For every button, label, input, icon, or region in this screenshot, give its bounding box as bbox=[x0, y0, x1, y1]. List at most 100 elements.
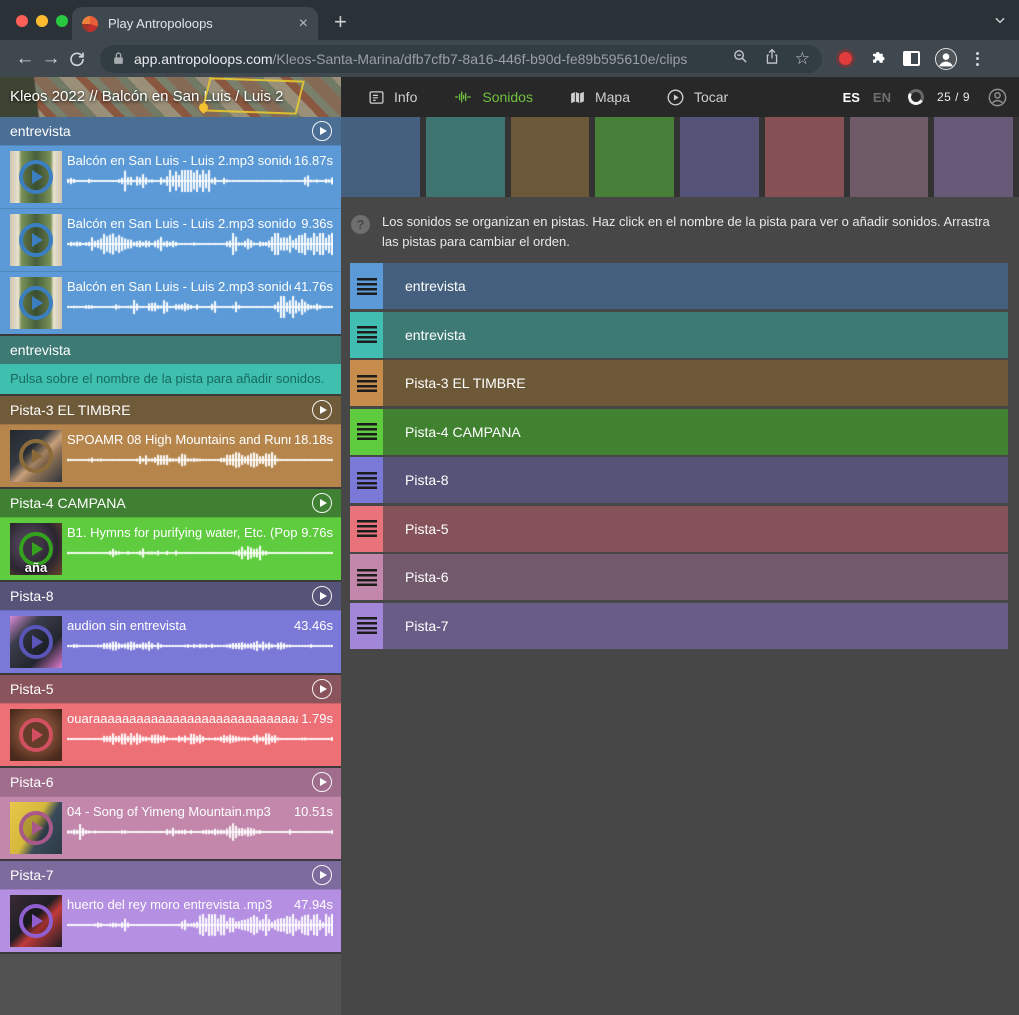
nav-item-tocar[interactable]: Tocar bbox=[666, 88, 728, 107]
help-question-icon[interactable]: ? bbox=[351, 215, 370, 234]
close-window-button[interactable] bbox=[16, 15, 28, 27]
zoom-window-button[interactable] bbox=[56, 15, 68, 27]
clip-play-button[interactable] bbox=[19, 904, 53, 938]
clip-thumbnail[interactable] bbox=[10, 277, 62, 329]
clip-thumbnail[interactable]: aña bbox=[10, 523, 62, 575]
audio-clip[interactable]: Balcón en San Luis - Luis 2.mp3 sonido h… bbox=[0, 271, 341, 334]
play-track-button[interactable] bbox=[312, 865, 332, 885]
clip-thumbnail[interactable] bbox=[10, 214, 62, 266]
zoom-page-icon[interactable] bbox=[732, 48, 749, 70]
clip-title: B1. Hymns for purifying water, Etc. (Pop… bbox=[67, 525, 298, 540]
clip-play-button[interactable] bbox=[19, 286, 53, 320]
nav-item-sonidos[interactable]: Sonidos bbox=[453, 89, 533, 105]
track-row[interactable]: Pista-6 bbox=[350, 554, 1008, 600]
browser-tab[interactable]: Play Antropoloops × bbox=[72, 7, 318, 40]
nav-item-info[interactable]: Info bbox=[368, 89, 417, 106]
drag-handle[interactable] bbox=[350, 360, 383, 406]
track-row[interactable]: entrevista bbox=[350, 263, 1008, 309]
play-track-button[interactable] bbox=[312, 493, 332, 513]
drag-handle[interactable] bbox=[350, 457, 383, 503]
lock-icon[interactable] bbox=[112, 51, 125, 66]
clip-play-button[interactable] bbox=[19, 718, 53, 752]
clip-play-button[interactable] bbox=[19, 439, 53, 473]
clip-waveform[interactable] bbox=[67, 727, 333, 751]
side-panel-icon[interactable] bbox=[903, 51, 920, 66]
clip-waveform[interactable] bbox=[67, 820, 333, 844]
clip-thumbnail[interactable] bbox=[10, 895, 62, 947]
nav-item-mapa[interactable]: Mapa bbox=[569, 89, 630, 106]
sidebar-track-header[interactable]: Pista-7 bbox=[0, 861, 341, 889]
profile-avatar[interactable] bbox=[935, 48, 957, 70]
browser-toolbar: ← → app.antropoloops.com/Kleos-Santa-Mar… bbox=[0, 40, 1019, 77]
window-controls bbox=[16, 15, 68, 27]
track-row[interactable]: Pista-7 bbox=[350, 603, 1008, 649]
track-row[interactable]: Pista-4 CAMPANA bbox=[350, 409, 1008, 455]
clip-play-button[interactable] bbox=[19, 625, 53, 659]
account-icon[interactable] bbox=[987, 87, 1008, 108]
language-es[interactable]: ES bbox=[843, 90, 860, 105]
drag-handle[interactable] bbox=[350, 312, 383, 358]
clip-waveform[interactable] bbox=[67, 634, 333, 658]
forward-button[interactable]: → bbox=[38, 48, 64, 70]
clip-waveform[interactable] bbox=[67, 169, 333, 193]
clip-title: 04 - Song of Yimeng Mountain.mp3 bbox=[67, 804, 291, 819]
play-track-button[interactable] bbox=[312, 772, 332, 792]
language-en[interactable]: EN bbox=[873, 90, 891, 105]
clip-play-button[interactable] bbox=[19, 811, 53, 845]
play-track-button[interactable] bbox=[312, 400, 332, 420]
url-bar[interactable]: app.antropoloops.com/Kleos-Santa-Marina/… bbox=[100, 45, 822, 73]
clip-thumbnail[interactable] bbox=[10, 616, 62, 668]
track-row[interactable]: Pista-8 bbox=[350, 457, 1008, 503]
sidebar-track-header[interactable]: Pista-4 CAMPANA bbox=[0, 489, 341, 517]
audio-clip[interactable]: 04 - Song of Yimeng Mountain.mp3 10.51s bbox=[0, 796, 341, 859]
sidebar-track-header[interactable]: entrevista bbox=[0, 117, 341, 145]
drag-handle[interactable] bbox=[350, 603, 383, 649]
audio-clip[interactable]: Balcón en San Luis - Luis 2.mp3 sonido h… bbox=[0, 208, 341, 271]
tab-close-icon[interactable]: × bbox=[299, 16, 308, 32]
audio-clip[interactable]: Balcón en San Luis - Luis 2.mp3 sonido h… bbox=[0, 145, 341, 208]
clip-thumbnail[interactable] bbox=[10, 430, 62, 482]
drag-handle[interactable] bbox=[350, 409, 383, 455]
clip-waveform[interactable] bbox=[67, 913, 333, 937]
browser-menu-icon[interactable] bbox=[972, 52, 983, 66]
record-extension-icon[interactable] bbox=[839, 52, 852, 65]
clip-waveform[interactable] bbox=[67, 448, 333, 472]
clip-play-button[interactable] bbox=[19, 223, 53, 257]
audio-clip[interactable]: audion sin entrevista 43.46s bbox=[0, 610, 341, 673]
drag-handle[interactable] bbox=[350, 554, 383, 600]
play-track-button[interactable] bbox=[312, 679, 332, 699]
clip-waveform[interactable] bbox=[67, 232, 333, 256]
clip-thumbnail[interactable] bbox=[10, 709, 62, 761]
audio-clip[interactable]: SPOAMR 08 High Mountains and Running ...… bbox=[0, 424, 341, 487]
drag-handle[interactable] bbox=[350, 506, 383, 552]
breadcrumb[interactable]: Kleos 2022 // Balcón en San Luis / Luis … bbox=[0, 77, 341, 117]
clip-waveform[interactable] bbox=[67, 541, 333, 565]
clip-play-button[interactable] bbox=[19, 160, 53, 194]
sidebar-track-header[interactable]: entrevista bbox=[0, 336, 341, 364]
play-track-button[interactable] bbox=[312, 121, 332, 141]
sidebar-track-header[interactable]: Pista-5 bbox=[0, 675, 341, 703]
minimize-window-button[interactable] bbox=[36, 15, 48, 27]
play-icon bbox=[32, 233, 43, 247]
reload-button[interactable] bbox=[64, 50, 90, 68]
track-row[interactable]: entrevista bbox=[350, 312, 1008, 358]
audio-clip[interactable]: ouaraaaaaaaaaaaaaaaaaaaaaaaaaaaaaaaaaaaa… bbox=[0, 703, 341, 766]
clip-thumbnail[interactable] bbox=[10, 151, 62, 203]
play-track-button[interactable] bbox=[312, 586, 332, 606]
extensions-puzzle-icon[interactable] bbox=[870, 47, 888, 70]
sidebar-track-header[interactable]: Pista-8 bbox=[0, 582, 341, 610]
audio-clip[interactable]: aña B1. Hymns for purifying water, Etc. … bbox=[0, 517, 341, 580]
tab-search-chevron-icon[interactable] bbox=[993, 13, 1007, 32]
audio-clip[interactable]: huerto del rey moro entrevista .mp3 47.9… bbox=[0, 889, 341, 952]
back-button[interactable]: ← bbox=[12, 48, 38, 70]
drag-handle[interactable] bbox=[350, 263, 383, 309]
sidebar-track-header[interactable]: Pista-3 EL TIMBRE bbox=[0, 396, 341, 424]
track-row[interactable]: Pista-3 EL TIMBRE bbox=[350, 360, 1008, 406]
share-icon[interactable] bbox=[764, 48, 780, 70]
clip-waveform[interactable] bbox=[67, 295, 333, 319]
bookmark-star-icon[interactable]: ☆ bbox=[795, 50, 810, 67]
track-row[interactable]: Pista-5 bbox=[350, 506, 1008, 552]
clip-thumbnail[interactable] bbox=[10, 802, 62, 854]
new-tab-button[interactable]: + bbox=[334, 9, 347, 35]
sidebar-track-header[interactable]: Pista-6 bbox=[0, 768, 341, 796]
